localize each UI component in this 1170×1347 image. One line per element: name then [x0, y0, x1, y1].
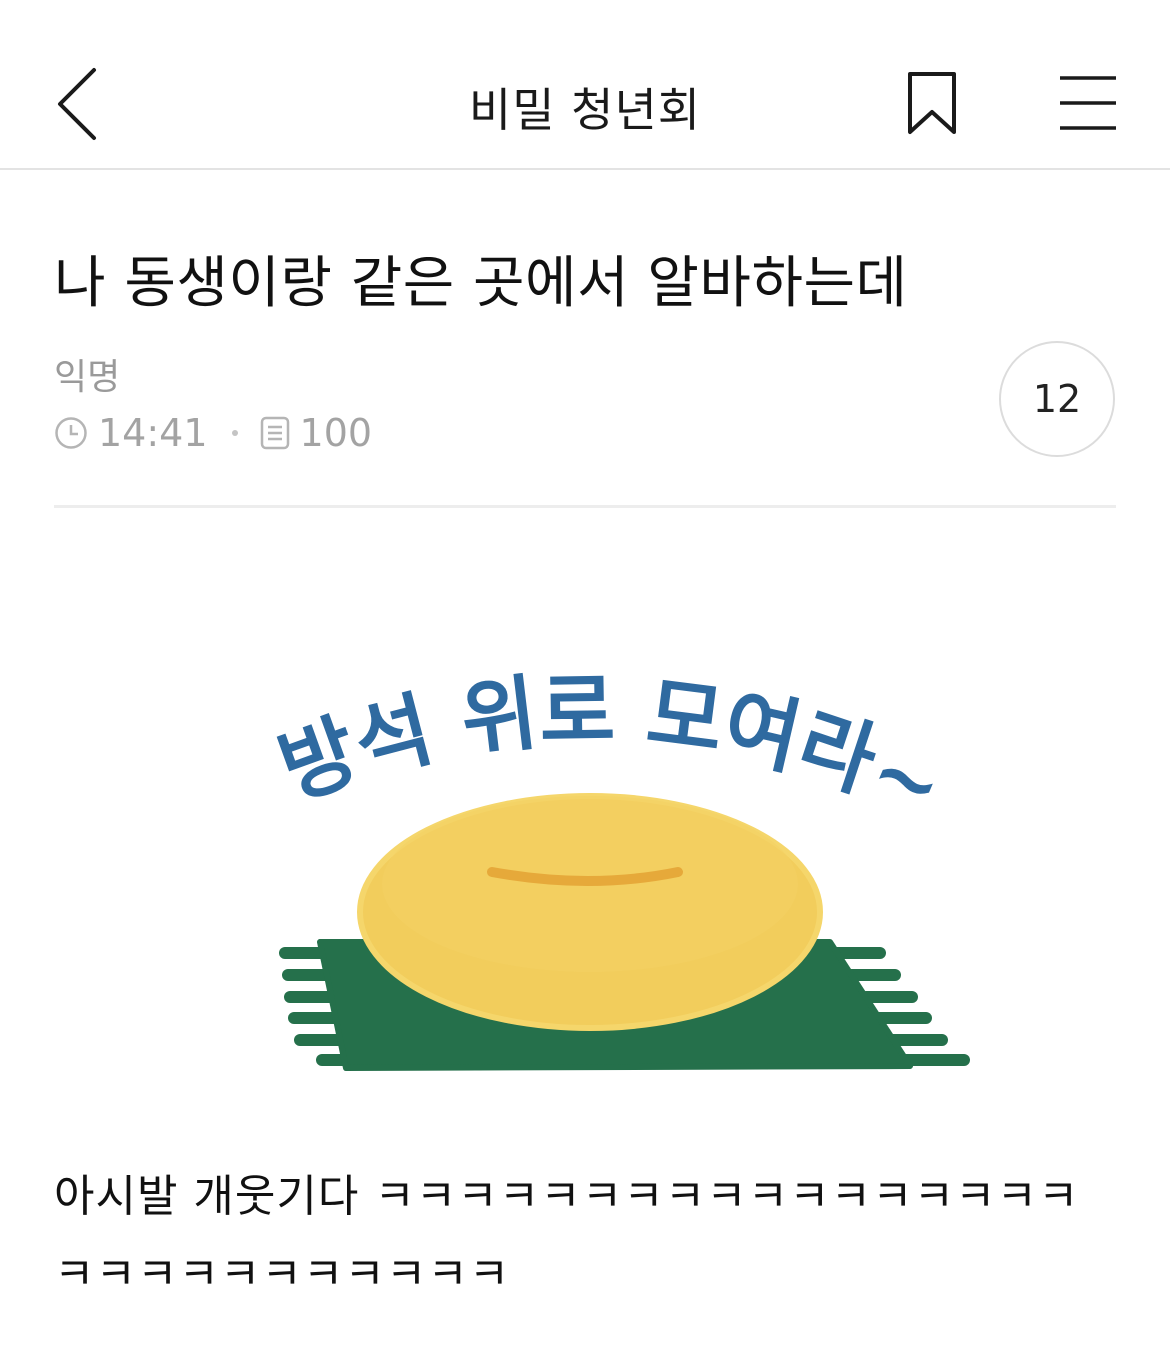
post-meta: 14:41 100 [54, 410, 372, 456]
top-bar: 비밀 청년회 [0, 0, 1170, 170]
divider [54, 505, 1116, 508]
post-title: 나 동생이랑 같은 곳에서 알바하는데 [54, 251, 908, 316]
post-time: 14:41 [98, 411, 208, 455]
document-icon [260, 416, 289, 450]
clock-icon [55, 417, 87, 449]
hamburger-menu-icon[interactable] [1056, 74, 1120, 132]
separator-dot [231, 430, 238, 436]
board-title: 비밀 청년회 [468, 83, 702, 137]
author-name: 익명 [54, 357, 121, 398]
view-count: 100 [299, 411, 373, 455]
cushion-sticker-image: 방석 위로 모여라~ [268, 664, 970, 1071]
bookmark-icon[interactable] [905, 70, 959, 136]
post-body: 아시발 개웃기다 ㅋㅋㅋㅋㅋㅋㅋㅋㅋㅋㅋㅋㅋㅋㅋㅋㅋㅋㅋㅋㅋㅋㅋㅋㅋㅋㅋㅋ [54, 1171, 1080, 1300]
comment-count-badge[interactable]: 12 [999, 341, 1115, 457]
